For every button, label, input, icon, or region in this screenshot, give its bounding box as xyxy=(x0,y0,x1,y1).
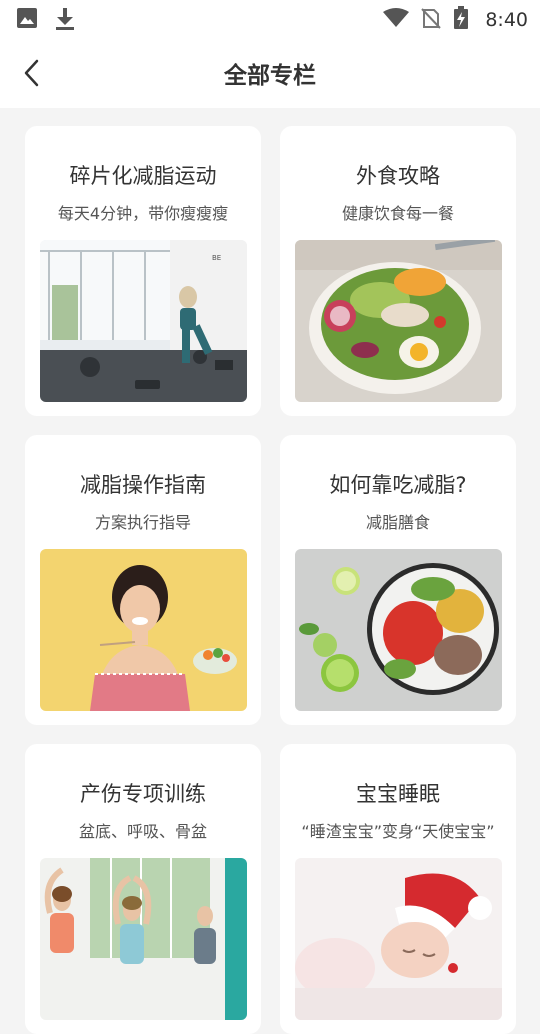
battery-charging-icon xyxy=(453,6,469,34)
back-button[interactable] xyxy=(14,54,50,92)
top-app-bar: 全部专栏 xyxy=(0,38,540,108)
card-title: 产伤专项训练 xyxy=(80,782,206,806)
card-title: 如何靠吃减脂? xyxy=(329,473,467,497)
card-title: 减脂操作指南 xyxy=(80,473,206,497)
no-sim-icon xyxy=(421,7,442,33)
card-image-sleeping-baby xyxy=(295,858,502,1020)
svg-text:BE: BE xyxy=(212,254,221,262)
image-icon xyxy=(16,7,38,35)
card-subtitle: 盆底、呼吸、骨盆 xyxy=(78,822,207,841)
download-icon xyxy=(54,7,76,35)
column-card-baby-sleep[interactable]: 宝宝睡眠 “睡渣宝宝”变身“天使宝宝” xyxy=(280,744,516,1034)
card-title: 外食攻略 xyxy=(356,164,440,188)
card-subtitle: 每天4分钟，带你瘦瘦瘦 xyxy=(57,204,229,223)
card-subtitle: 减脂膳食 xyxy=(365,513,430,532)
card-title: 碎片化减脂运动 xyxy=(69,164,217,188)
card-image-woman-eating-salad xyxy=(40,549,247,711)
wifi-icon xyxy=(383,8,410,32)
card-subtitle: 健康饮食每一餐 xyxy=(341,204,454,223)
card-subtitle: “睡渣宝宝”变身“天使宝宝” xyxy=(301,822,495,841)
chevron-left-icon xyxy=(24,59,39,87)
status-bar: 8:40 xyxy=(0,0,540,38)
card-image-gym-workout: BE xyxy=(40,240,247,402)
card-subtitle: 方案执行指导 xyxy=(94,513,191,532)
column-card-eating-out-guide[interactable]: 外食攻略 健康饮食每一餐 xyxy=(280,126,516,416)
column-card-fat-loss-guide[interactable]: 减脂操作指南 方案执行指导 xyxy=(25,435,261,725)
card-image-healthy-bowl xyxy=(295,549,502,711)
column-card-fat-burn-exercise[interactable]: 碎片化减脂运动 每天4分钟，带你瘦瘦瘦 BE xyxy=(25,126,261,416)
card-image-group-exercise xyxy=(40,858,247,1020)
column-card-eat-to-lose-fat[interactable]: 如何靠吃减脂? 减脂膳食 xyxy=(280,435,516,725)
card-title: 宝宝睡眠 xyxy=(356,782,440,806)
column-card-postpartum-training[interactable]: 产伤专项训练 盆底、呼吸、骨盆 xyxy=(25,744,261,1034)
clock-time: 8:40 xyxy=(485,9,528,31)
card-image-salad-bowl xyxy=(295,240,502,402)
page-title: 全部专栏 xyxy=(224,63,316,89)
